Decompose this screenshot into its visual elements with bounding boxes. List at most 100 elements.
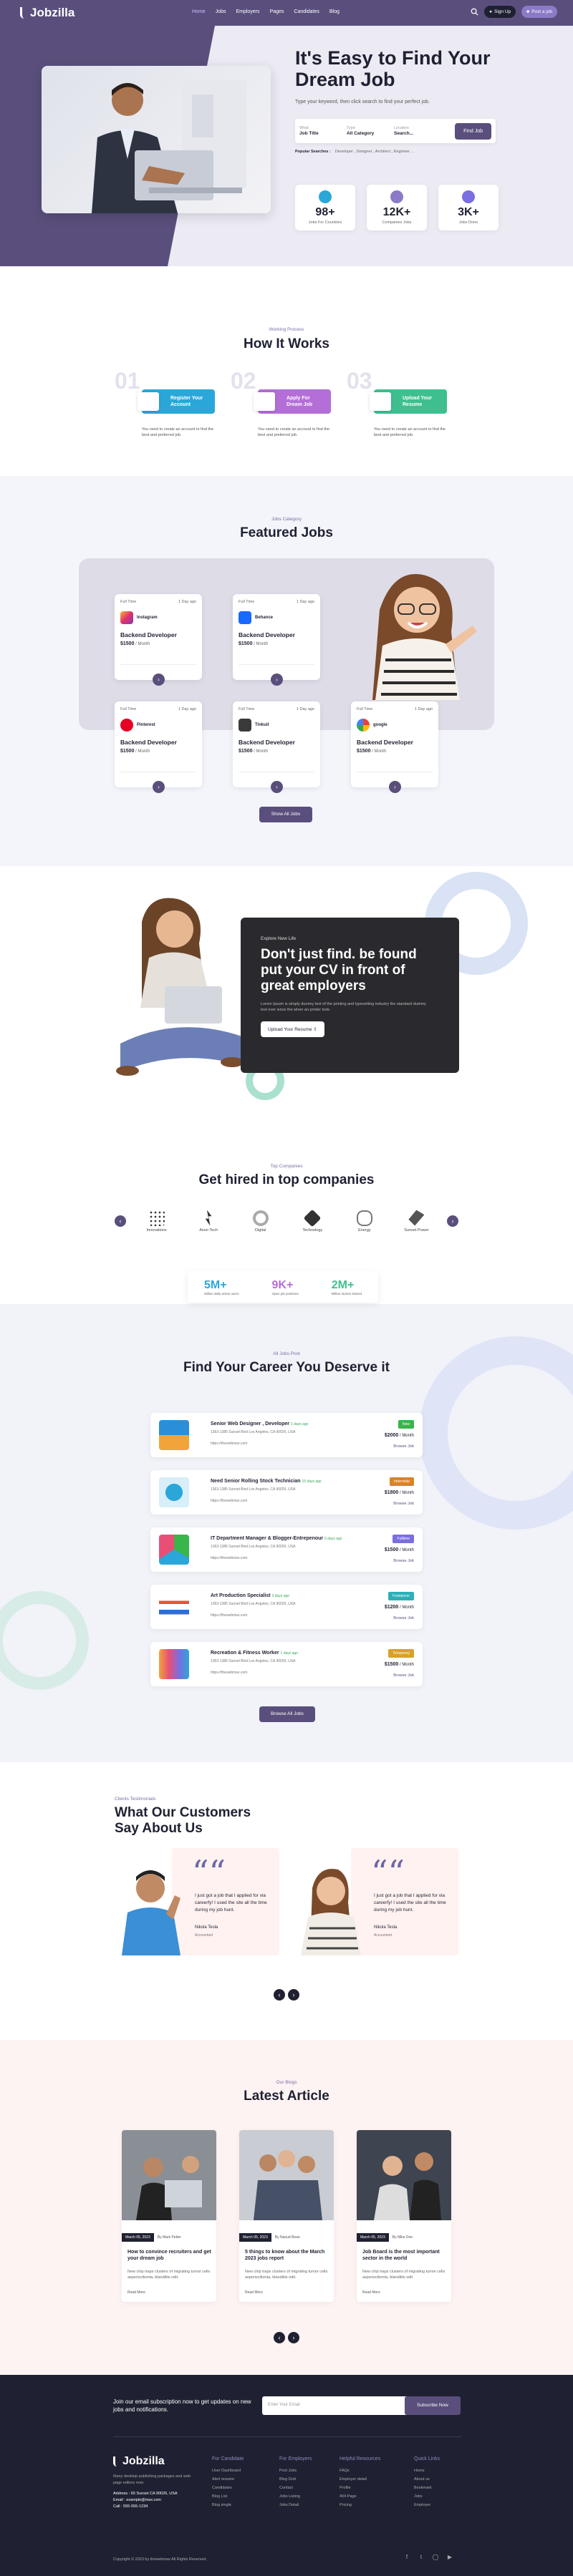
job-row[interactable]: Recreation & Fitness Worker 1 days ago 1… [150,1642,423,1686]
header-actions: ● Sign Up ■ Post a job [471,6,557,18]
chevron-left-icon[interactable]: ‹ [274,1989,285,2001]
footer-link[interactable]: Home [414,2466,440,2475]
upload-icon [370,392,391,411]
arrow-right-icon[interactable]: › [153,674,165,686]
email-field[interactable]: Enter Your Email [262,2396,408,2415]
chevron-left-icon[interactable]: ‹ [115,1215,126,1227]
stat-card-companies: 12K+ Companies Jobs [367,185,427,230]
footer-link[interactable]: Employer detail [340,2475,380,2484]
job-row[interactable]: IT Department Manager & Blogger-Entrepen… [150,1527,423,1572]
youtube-icon[interactable]: ▶ [446,2554,454,2562]
footer-link[interactable]: FAQs [340,2466,380,2475]
blog-card[interactable]: March 05, 2023 By Naoud Bean 5 things to … [239,2130,334,2302]
footer-link[interactable]: 404 Page [340,2492,380,2501]
explore-title: Don't just find. be found put your CV in… [261,947,417,993]
upload-resume-button[interactable]: Upload Your Resume ⇧ [261,1021,324,1037]
browse-job-link[interactable]: Browse Job [393,1559,414,1563]
hero-title: It's Easy to Find Your Dream Job [295,47,491,90]
footer-link[interactable]: Post Jobs [279,2466,312,2475]
arrow-right-icon[interactable]: › [271,781,283,793]
job-card[interactable]: Full Time 1 Day ago Tinkuit Backend Devel… [233,701,320,793]
browse-job-link[interactable]: Browse Job [393,1502,414,1506]
read-more-link[interactable]: Read More [362,2290,380,2295]
job-type-badge: Freelancer [388,1592,414,1600]
type-select[interactable]: Type All Category [347,125,390,137]
company-logo[interactable]: Digital [239,1210,282,1233]
sign-up-button[interactable]: ● Sign Up [484,6,516,18]
browse-job-link[interactable]: Browse Job [393,1616,414,1620]
companies-title: Get hired in top companies [198,1172,375,1187]
quote-icon: ““ [192,1853,226,1892]
job-card[interactable]: Full Time 1 Day ago Behance Backend Devel… [233,594,320,686]
job-card[interactable]: Full Time 1 Day ago Instagram Backend Dev… [115,594,202,686]
browse-job-link[interactable]: Browse Job [393,1444,414,1449]
job-row[interactable]: Senior Web Designer , Developer 1 days a… [150,1413,423,1457]
footer-link[interactable]: Blog List [212,2492,244,2501]
show-all-jobs-button[interactable]: Show All Jobs [259,807,312,822]
job-row[interactable]: Art Production Specialist 2 days ago 136… [150,1585,423,1629]
instagram-icon[interactable]: ◯ [431,2554,440,2562]
chevron-right-icon[interactable]: › [446,1215,458,1227]
arrow-right-icon[interactable]: › [153,781,165,793]
location-input[interactable]: Location Search... [394,125,437,137]
read-more-link[interactable]: Read More [245,2290,263,2295]
subscribe-button[interactable]: Subscribe Now [405,2396,461,2415]
nav-candidates[interactable]: Candidates [294,9,319,14]
job-card[interactable]: Full Time 1 Day ago Pinterest Backend Dev… [115,701,202,793]
nav-jobs[interactable]: Jobs [216,9,226,14]
find-job-button[interactable]: Find Job [455,122,491,140]
explore-label: Explore New Life [261,936,297,941]
footer-link[interactable]: Profile [340,2484,380,2492]
footer-link[interactable]: Jobs Listing [279,2492,312,2501]
footer-link[interactable]: Pricing [340,2501,380,2509]
browse-job-link[interactable]: Browse Job [393,1673,414,1678]
post-job-button[interactable]: ■ Post a job [521,6,557,18]
company-logo [159,1535,189,1565]
company-logo[interactable]: Axon Tech [187,1210,230,1233]
company-logo[interactable]: Innovations [135,1210,178,1233]
footer-link[interactable]: Jobs [414,2492,440,2501]
chevron-left-icon[interactable]: ‹ [274,2332,285,2343]
browse-all-jobs-button[interactable]: Browse All Jobs [259,1706,315,1722]
blog-image [239,2130,334,2220]
footer-link[interactable]: Employer [414,2501,440,2509]
read-more-link[interactable]: Read More [127,2290,145,2295]
twitter-icon[interactable]: t [417,2554,425,2562]
company-logo[interactable]: Technology [291,1209,334,1233]
testimonial-photo [122,1870,180,1955]
footer-link[interactable]: Contact [279,2484,312,2492]
footer-link[interactable]: Jobs Detail [279,2501,312,2509]
popular-terms[interactable]: Developer , Designer , Architect , Engin… [335,150,414,154]
search-icon[interactable] [471,8,478,16]
company-logo[interactable]: Sunset Power [395,1210,438,1233]
footer-link[interactable]: About us [414,2475,440,2484]
footer-link[interactable]: Blog single [212,2501,244,2509]
footer-logo[interactable]: Jobzilla [113,2455,165,2468]
nav-pages[interactable]: Pages [270,9,284,14]
job-row[interactable]: Need Senior Rolling Stock Technician 15 … [150,1470,423,1515]
career-title: Find Your Career You Deserve it [183,1360,390,1375]
chevron-right-icon[interactable]: › [288,1989,299,2001]
apply-icon [254,392,275,411]
what-field[interactable]: What Job Title [299,125,342,137]
arrow-right-icon[interactable]: › [271,674,283,686]
blog-card[interactable]: March 05, 2023 By Mark Petter How to conv… [122,2130,216,2302]
chevron-right-icon[interactable]: › [288,2332,299,2343]
arrow-right-icon[interactable]: › [389,781,401,793]
nav-blog[interactable]: Blog [329,9,340,14]
how-title: How It Works [244,336,329,351]
explore-cta-card: Explore New Life Don't just find. be fou… [241,918,459,1073]
job-card[interactable]: Full Time 1 Day ago google Backend Develo… [351,701,438,793]
footer-link[interactable]: Alert resume [212,2475,244,2484]
company-logo[interactable]: Energy [343,1210,386,1233]
site-logo[interactable]: Jobzilla [20,6,74,20]
footer-link[interactable]: Blog Grid [279,2475,312,2484]
blog-pager: ‹ › [274,2332,299,2343]
footer-link[interactable]: User Dashboard [212,2466,244,2475]
footer-link[interactable]: Candidates [212,2484,244,2492]
nav-home[interactable]: Home [192,9,206,14]
blog-card[interactable]: March 05, 2023 By Mike Doe Job Board is t… [357,2130,451,2302]
nav-employers[interactable]: Employers [236,9,259,14]
footer-link[interactable]: Bookmark [414,2484,440,2492]
facebook-icon[interactable]: f [403,2554,411,2562]
